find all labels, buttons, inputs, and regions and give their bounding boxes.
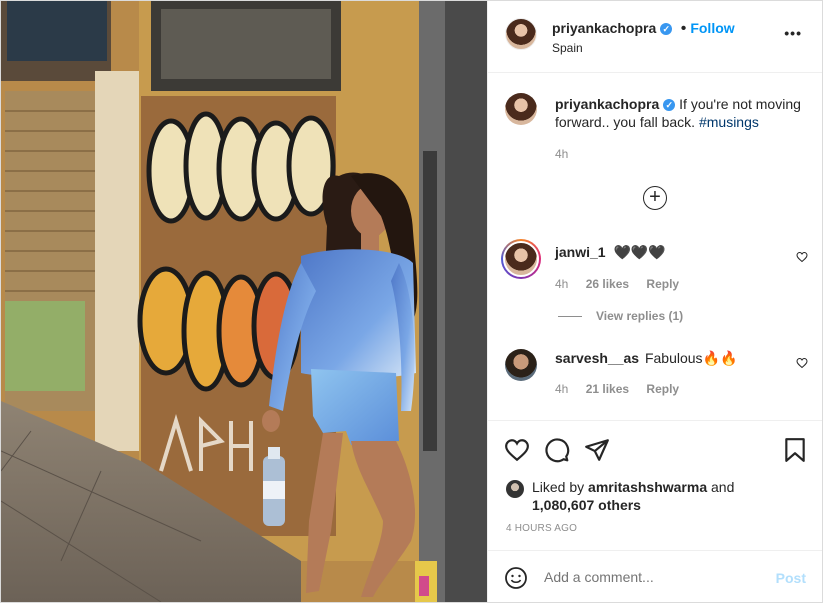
- post-container: priyankachopra ✓ • Follow Spain ••• priyan…: [0, 0, 823, 603]
- comment-meta: 4h 21 likes Reply: [555, 382, 693, 396]
- location-label[interactable]: Spain: [552, 41, 583, 55]
- photo-illustration: [1, 1, 487, 602]
- likes-count[interactable]: 1,080,607 others: [532, 497, 641, 513]
- emoji-icon[interactable]: [504, 566, 528, 590]
- comment-time[interactable]: 4h: [555, 382, 568, 396]
- comment-text: Fabulous🔥🔥: [644, 350, 738, 366]
- caption: priyankachopra ✓ If you're not moving for…: [488, 73, 822, 173]
- post-photo[interactable]: [1, 1, 487, 602]
- more-options-icon[interactable]: •••: [784, 25, 802, 41]
- author-avatar[interactable]: [505, 18, 537, 50]
- add-comment-bar: Post: [488, 550, 822, 602]
- caption-text-block: priyankachopra ✓ If you're not moving for…: [555, 95, 810, 131]
- comment-input[interactable]: [544, 567, 744, 587]
- liked-by-user[interactable]: amritashshwarma: [588, 479, 707, 495]
- load-more-comments-button[interactable]: +: [643, 186, 667, 210]
- caption-username[interactable]: priyankachopra: [555, 96, 659, 112]
- liked-by-prefix: Liked by: [532, 479, 585, 495]
- comment-bubble-icon[interactable]: [544, 437, 570, 463]
- comment-likes[interactable]: 26 likes: [586, 277, 629, 291]
- liked-by-row: Liked by amritashshwarma and 1,080,607 o…: [506, 478, 806, 514]
- post-header: priyankachopra ✓ • Follow Spain •••: [488, 1, 822, 73]
- comment-like-heart-icon[interactable]: [796, 251, 808, 263]
- comment-item: sarvesh__as Fabulous🔥🔥 4h 21 likes Reply: [488, 341, 822, 411]
- view-replies-label: View replies (1): [596, 309, 684, 323]
- reply-button[interactable]: Reply: [646, 382, 679, 396]
- view-replies-line: [558, 316, 582, 318]
- commenter-avatar[interactable]: [505, 349, 537, 381]
- post-sidebar: priyankachopra ✓ • Follow Spain ••• priyan…: [487, 1, 822, 602]
- comment-time[interactable]: 4h: [555, 277, 568, 291]
- share-paper-plane-icon[interactable]: [584, 437, 610, 463]
- comment-text-row: sarvesh__as Fabulous🔥🔥: [555, 349, 737, 367]
- follow-button[interactable]: Follow: [690, 20, 734, 36]
- comment-like-heart-icon[interactable]: [796, 357, 808, 369]
- liked-by-avatar[interactable]: [506, 480, 524, 498]
- post-comment-button[interactable]: Post: [776, 570, 806, 586]
- post-timestamp[interactable]: 4 HOURS AGO: [506, 523, 577, 534]
- comment-text-row: janwi_1 🖤🖤🖤: [555, 243, 666, 261]
- header-user-row: priyankachopra ✓ • Follow: [552, 19, 735, 38]
- caption-hashtag[interactable]: #musings: [699, 114, 759, 130]
- verified-badge-icon: ✓: [663, 99, 676, 111]
- post-actions: Liked by amritashshwarma and 1,080,607 o…: [488, 420, 822, 550]
- comment-likes[interactable]: 21 likes: [586, 382, 629, 396]
- view-replies-button[interactable]: View replies (1): [558, 309, 683, 323]
- plus-icon: +: [649, 186, 661, 208]
- comment-username[interactable]: janwi_1: [555, 244, 606, 260]
- like-heart-icon[interactable]: [504, 437, 530, 463]
- liked-by-text: Liked by amritashshwarma and 1,080,607 o…: [532, 478, 806, 514]
- commenter-avatar: [503, 241, 539, 277]
- comment-username[interactable]: sarvesh__as: [555, 350, 639, 366]
- liked-by-and: and: [711, 479, 735, 495]
- commenter-avatar-ring[interactable]: [501, 239, 541, 279]
- save-bookmark-icon[interactable]: [782, 437, 808, 463]
- caption-time[interactable]: 4h: [555, 147, 568, 161]
- comment-meta: 4h 26 likes Reply: [555, 277, 693, 291]
- author-username[interactable]: priyankachopra: [552, 20, 656, 36]
- verified-badge-icon: ✓: [660, 23, 673, 35]
- separator-dot: •: [680, 20, 687, 37]
- caption-avatar[interactable]: [505, 93, 537, 125]
- reply-button[interactable]: Reply: [646, 277, 679, 291]
- comment-item: janwi_1 🖤🖤🖤 4h 26 likes Reply: [488, 233, 822, 303]
- comment-text: 🖤🖤🖤: [613, 244, 666, 260]
